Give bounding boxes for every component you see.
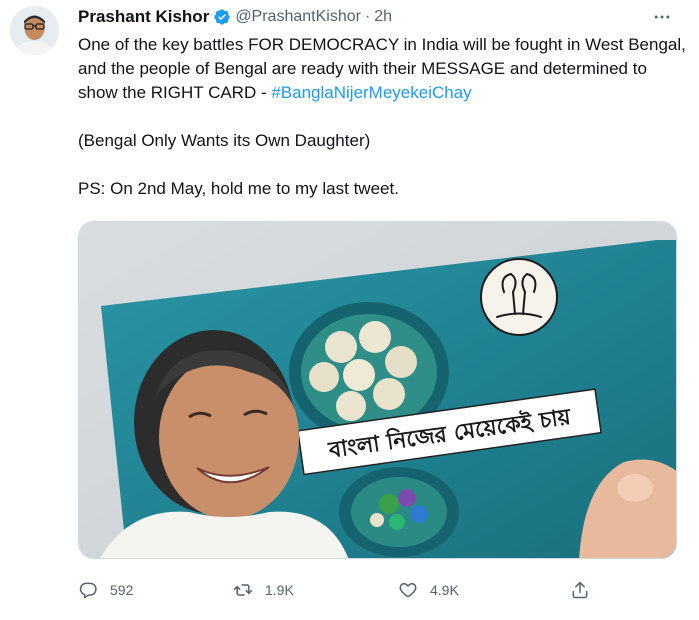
- reply-button[interactable]: 592: [78, 580, 133, 600]
- tweet-media[interactable]: বাংলা নিজের মেয়েকেই চায়: [78, 221, 677, 559]
- share-button[interactable]: [570, 580, 590, 600]
- tweet-timestamp[interactable]: 2h: [374, 8, 392, 26]
- more-options-icon[interactable]: [647, 2, 677, 32]
- retweet-icon: [233, 584, 253, 596]
- author-name[interactable]: Prashant Kishor: [78, 7, 209, 27]
- reply-count: 592: [110, 582, 134, 598]
- tweet-actions: 592 1.9K 4.9K: [78, 574, 618, 606]
- retweet-button[interactable]: 1.9K: [233, 580, 294, 600]
- verified-badge-icon: [214, 9, 230, 25]
- share-icon: [572, 581, 588, 599]
- retweet-count: 1.9K: [265, 582, 294, 598]
- tweet-paragraph-3: PS: On 2nd May, hold me to my last tweet…: [78, 179, 399, 198]
- avatar-image: [10, 6, 59, 55]
- hashtag-link[interactable]: #BanglaNijerMeyekeiChay: [271, 83, 471, 102]
- like-count: 4.9K: [430, 582, 459, 598]
- tweet-paragraph-2: (Bengal Only Wants its Own Daughter): [78, 131, 371, 150]
- header-separator: ·: [364, 8, 371, 25]
- like-icon: [399, 583, 417, 598]
- tweet: Prashant Kishor @PrashantKishor · 2h One…: [0, 0, 699, 620]
- avatar[interactable]: [10, 6, 59, 55]
- tweet-header: Prashant Kishor @PrashantKishor · 2h: [78, 6, 685, 28]
- like-button[interactable]: 4.9K: [398, 580, 459, 600]
- reply-icon: [79, 582, 97, 599]
- media-image: বাংলা নিজের মেয়েকেই চায়: [79, 222, 676, 558]
- tweet-body: One of the key battles FOR DEMOCRACY in …: [78, 33, 690, 201]
- tweet-paragraph-1: One of the key battles FOR DEMOCRACY in …: [78, 33, 690, 105]
- author-handle[interactable]: @PrashantKishor: [235, 8, 361, 26]
